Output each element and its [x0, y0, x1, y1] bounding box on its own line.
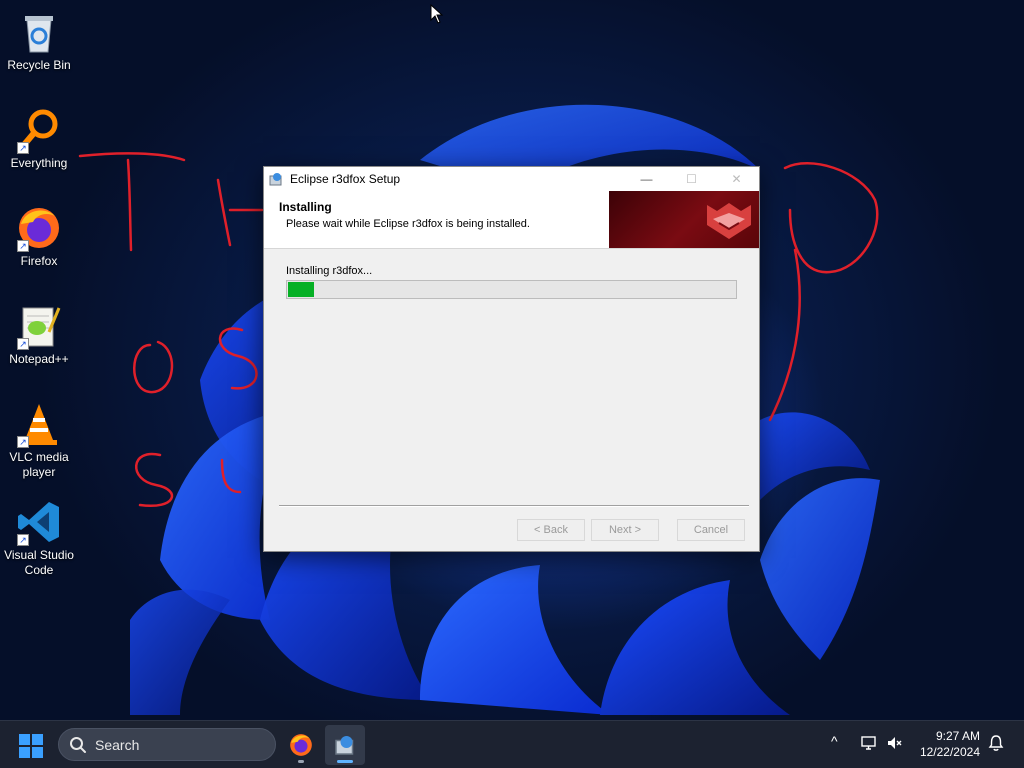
- next-button: Next >: [591, 519, 659, 541]
- setup-window: Eclipse r3dfox Setup — ☐ ✕ Installing Pl…: [263, 166, 760, 552]
- cancel-button: Cancel: [677, 519, 745, 541]
- installer-icon: [335, 736, 354, 755]
- desktop-icon-label: VLC media player: [9, 450, 69, 479]
- window-titlebar[interactable]: Eclipse r3dfox Setup — ☐ ✕: [264, 167, 759, 191]
- taskbar-search[interactable]: Search: [58, 728, 276, 761]
- desktop-icon-vlc[interactable]: ↗ VLC media player: [0, 400, 78, 480]
- close-button: ✕: [731, 172, 742, 186]
- active-indicator: [337, 760, 353, 763]
- window-title: Eclipse r3dfox Setup: [290, 172, 401, 186]
- desktop-icon-label: Recycle Bin: [7, 58, 71, 72]
- recycle-bin-icon: [25, 16, 53, 53]
- desktop-icon-label: Firefox: [20, 254, 58, 268]
- running-indicator: [298, 760, 304, 763]
- page-title: Installing: [279, 200, 332, 214]
- back-button: < Back: [517, 519, 585, 541]
- install-status: Installing r3dfox...: [286, 265, 373, 277]
- search-placeholder: Search: [95, 736, 140, 753]
- clock-time: 9:27 AM: [935, 729, 980, 743]
- desktop-icon-recycle-bin[interactable]: Recycle Bin: [0, 8, 78, 73]
- shortcut-arrow-icon: ↗: [17, 534, 29, 546]
- desktop-icon-label: Notepad++: [9, 352, 69, 366]
- windows-start-icon[interactable]: [18, 733, 44, 759]
- volume-muted-icon[interactable]: [886, 734, 904, 752]
- clock-date: 12/22/2024: [919, 745, 980, 759]
- header-banner: [609, 191, 759, 248]
- desktop-icon-vscode[interactable]: ↗ Visual Studio Code: [0, 498, 78, 578]
- search-icon: [70, 736, 86, 753]
- installer-icon: [269, 173, 282, 186]
- desktop-icon-notepad-plus-plus[interactable]: ↗ Notepad++: [0, 302, 78, 367]
- taskbar: Search ^ 9:27 AM 12/22/2024: [0, 720, 1024, 768]
- shortcut-arrow-icon: ↗: [17, 240, 29, 252]
- page-subtitle: Please wait while Eclipse r3dfox is bein…: [286, 218, 530, 230]
- taskbar-app-setup[interactable]: [325, 725, 365, 765]
- desktop-icon-label: Everything: [10, 156, 68, 170]
- shortcut-arrow-icon: ↗: [17, 142, 29, 154]
- network-icon[interactable]: [860, 734, 878, 752]
- desktop: Recycle Bin ↗ Everything ↗ Firefox ↗ Not…: [0, 0, 1024, 720]
- desktop-icon-label: Visual Studio Code: [4, 548, 74, 577]
- taskbar-app-firefox[interactable]: [281, 725, 321, 765]
- setup-header: Installing Please wait while Eclipse r3d…: [264, 191, 759, 249]
- desktop-icon-everything[interactable]: ↗ Everything: [0, 106, 78, 171]
- shortcut-arrow-icon: ↗: [17, 338, 29, 350]
- firefox-icon: [290, 734, 312, 756]
- notification-bell-icon[interactable]: [988, 734, 1004, 752]
- desktop-icon-firefox[interactable]: ↗ Firefox: [0, 204, 78, 269]
- shortcut-arrow-icon: ↗: [17, 436, 29, 448]
- progress-fill: [288, 282, 314, 297]
- mouse-cursor-icon: [430, 4, 444, 24]
- divider: [279, 505, 749, 507]
- system-clock[interactable]: 9:27 AM 12/22/2024: [920, 728, 980, 760]
- minimize-button[interactable]: —: [624, 167, 669, 191]
- r3dfox-logo-icon: [707, 203, 751, 239]
- maximize-button: ☐: [686, 172, 697, 186]
- progress-bar: [286, 280, 737, 299]
- tray-overflow-chevron-icon[interactable]: ^: [831, 733, 838, 749]
